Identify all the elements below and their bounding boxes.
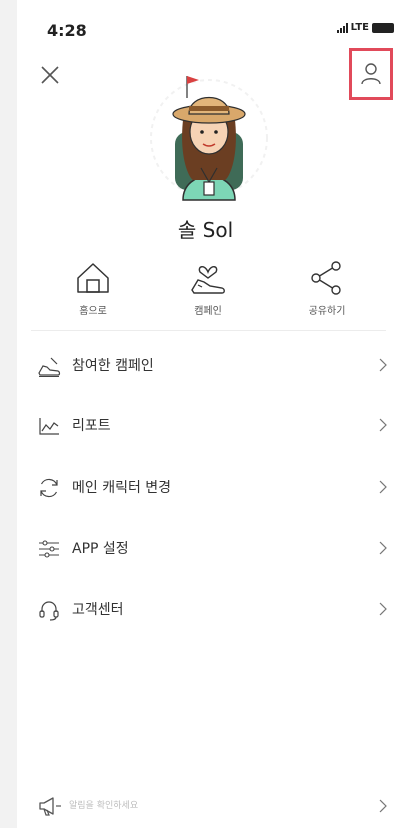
campaign-button[interactable]: 캠페인 [168,258,248,317]
share-label: 공유하기 [308,306,346,317]
home-button[interactable]: 홈으로 [53,258,133,317]
menu-label: 참여한 캠페인 [72,358,154,374]
menu-item-report[interactable]: 리포트 [17,401,394,451]
status-bar: 4:28 LTE [17,0,394,60]
left-edge-margin [0,0,17,828]
menu-item-participated-campaigns[interactable]: 참여한 캠페인 [17,341,394,391]
chevron-right-icon [379,799,387,813]
chevron-right-icon [379,418,387,432]
chevron-right-icon [379,358,387,372]
refresh-icon [40,478,58,498]
chevron-right-icon [379,480,387,494]
status-time: 4:28 [47,21,87,40]
close-button[interactable] [37,62,63,88]
headset-icon [39,601,59,621]
sliders-icon [39,540,59,558]
menu-item-customer-center[interactable]: 고객센터 [17,585,394,635]
menu-label: APP 설정 [72,541,129,557]
notification-bar[interactable]: 알림을 확인하세요 [17,786,394,826]
side-menu-screen: 4:28 LTE 솔 Sol 홈으로 캠페인 공유하기 참여한 캠페인 리포트 … [17,0,394,828]
signal-icon [336,22,348,33]
battery-icon [372,22,394,33]
chevron-right-icon [379,541,387,555]
user-name: 솔 Sol [177,218,234,242]
menu-label: 메인 캐릭터 변경 [72,480,172,496]
menu-item-change-character[interactable]: 메인 캐릭터 변경 [17,463,394,513]
close-icon [41,66,59,84]
chart-line-icon [39,418,59,435]
avatar[interactable] [149,68,269,208]
home-label: 홈으로 [79,306,107,317]
share-button[interactable]: 공유하기 [287,258,367,317]
status-indicators: LTE [336,22,394,33]
megaphone-icon [39,797,61,816]
divider [31,330,386,331]
home-icon [77,263,109,293]
notification-text: 알림을 확인하세요 [69,801,139,811]
profile-button[interactable] [349,48,393,100]
menu-label: 리포트 [72,418,111,434]
campaign-label: 캠페인 [194,306,222,317]
chevron-right-icon [379,602,387,616]
shoe-heart-icon [191,266,225,294]
menu-item-app-settings[interactable]: APP 설정 [17,524,394,574]
share-icon [311,261,341,295]
network-label: LTE [350,22,369,33]
user-icon [361,63,381,85]
menu-label: 고객센터 [72,602,124,618]
shoe-icon [38,357,61,377]
